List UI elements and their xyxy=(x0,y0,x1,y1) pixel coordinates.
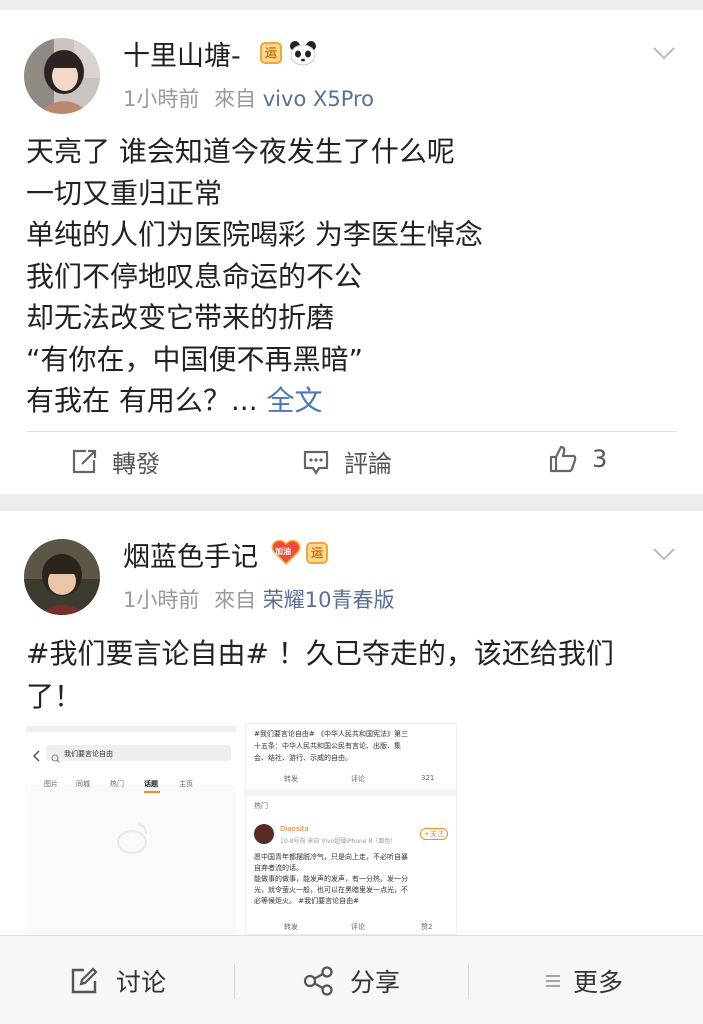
thumb-bottom-action: 转发 xyxy=(284,923,298,931)
avatar[interactable] xyxy=(24,539,100,615)
search-text: 我们要言论自由 xyxy=(64,750,113,758)
post-line-last: 有我在 有用么？... 全文 xyxy=(26,380,686,422)
share-icon xyxy=(303,965,333,996)
badge-icon[interactable]: 运 xyxy=(260,42,282,64)
post-line: “有你在，中国便不再黑暗” xyxy=(26,342,364,376)
loading-icon xyxy=(112,818,152,862)
comment-icon xyxy=(303,450,329,475)
thumb-bottom-action: 赞2 xyxy=(421,923,433,931)
tab-label: 图片 xyxy=(44,780,58,788)
post-line: 一切又重归正常 xyxy=(26,176,223,210)
discuss-label: 讨论 xyxy=(116,967,167,997)
thumb-body-line: 光，就令萤火一般，也可以在黑暗里发一点光，不 xyxy=(254,886,408,894)
thumb-body-line: 必等候炬火。 #我们要言论自由# xyxy=(254,897,359,905)
post-time: 1小時前 xyxy=(123,588,200,612)
username[interactable]: 烟蓝色手记 xyxy=(123,535,258,574)
post-line: 我们不停地叹息命运的不公 xyxy=(26,259,363,293)
thumb-follow: +关注 xyxy=(420,828,448,840)
search-icon xyxy=(51,748,60,767)
panda-icon[interactable] xyxy=(289,40,317,66)
heart-badge-icon[interactable]: 加油 xyxy=(271,538,301,566)
read-more-link[interactable]: 全文 xyxy=(267,384,323,417)
post-line: 有我在 有用么？... xyxy=(26,384,258,417)
bottom-toolbar: 讨论 分享 更多 xyxy=(0,935,703,1024)
thumb-body-line: 能做事的做事，能发声的发声，有一分热，发一分 xyxy=(254,875,408,883)
post-text: #我们要言论自由# ！久已夺走的，该还给我们 了！ xyxy=(26,632,686,718)
post-source[interactable]: vivo X5Pro xyxy=(263,87,374,111)
post-time: 1小時前 xyxy=(123,87,200,111)
more-label: 更多 xyxy=(573,967,624,997)
thumb-repost: 转发 xyxy=(284,775,298,783)
tab-label-active: 话题 xyxy=(144,780,158,788)
from-label: 來自 xyxy=(214,588,257,612)
chevron-down-icon[interactable] xyxy=(651,40,677,66)
tab-label: 主页 xyxy=(179,780,193,788)
like-count: 3 xyxy=(592,445,608,473)
separator xyxy=(234,964,235,999)
thumb-bottom-action: 评论 xyxy=(351,923,365,931)
repost-icon xyxy=(72,449,97,473)
tab-label: 热门 xyxy=(110,780,124,788)
thumb-body-line: 自弃者流的话。 xyxy=(254,864,303,872)
divider xyxy=(26,431,677,432)
post-line: #我们要言论自由# ！久已夺走的，该还给我们 xyxy=(26,637,614,670)
badge-icon[interactable]: 运 xyxy=(306,542,328,564)
comment-label: 評論 xyxy=(344,450,392,478)
thumb-text-line: 会、结社、游行、示威的自由。 xyxy=(254,754,352,762)
back-icon xyxy=(32,747,40,766)
comment-button[interactable]: 評論 xyxy=(302,444,392,479)
thumb-comment: 评论 xyxy=(351,775,365,783)
post-text: 天亮了 谁会知道今夜发生了什么呢 一切又重归正常 单纯的人们为医院喝彩 为李医生… xyxy=(26,131,686,422)
chevron-down-icon[interactable] xyxy=(651,541,677,567)
post-card: 十里山塘- 运 1小時前 來自 vivo X5Pro 天亮了 谁会知道今夜发生了… xyxy=(0,10,703,494)
repost-button[interactable]: 轉發 xyxy=(70,444,160,479)
image-thumbnail[interactable]: 我们要言论自由 图片 同城 热门 话题 主页 xyxy=(26,723,236,935)
post-line: 却无法改变它带来的折磨 xyxy=(26,301,335,334)
post-line: 天亮了 谁会知道今夜发生了什么呢 xyxy=(26,135,455,168)
thumb-hot-label: 热门 xyxy=(254,802,268,810)
post-source[interactable]: 荣耀10青春版 xyxy=(263,588,395,612)
separator xyxy=(468,964,469,999)
thumb-like: 321 xyxy=(421,774,435,782)
like-button[interactable]: 3 xyxy=(548,444,607,474)
menu-icon xyxy=(546,974,560,987)
more-button[interactable]: 更多 xyxy=(545,936,623,1024)
post-meta: 1小時前 來自 vivo X5Pro xyxy=(123,83,374,113)
thumb-user: Diaosita xyxy=(280,825,309,833)
thumb-body-line: 愿中国青年都摆脱冷气，只是向上走，不必听自暴 xyxy=(254,853,408,861)
thumb-meta: 10-8号前 来自 Vivo超薄iPhone 8（面色） xyxy=(280,838,397,845)
image-thumbnail[interactable]: #我们要言论自由# 《中华人民共和国宪法》第三 十五条：中华人民共和国公民有言论… xyxy=(245,723,457,935)
thumbs-up-icon xyxy=(549,445,577,473)
from-label: 來自 xyxy=(214,87,257,111)
heart-badge-label: 加油 xyxy=(275,547,291,556)
thumb-text-line: 十五条：中华人民共和国公民有言论、出版、集 xyxy=(254,742,401,750)
share-button[interactable]: 分享 xyxy=(302,936,400,1024)
repost-label: 轉發 xyxy=(112,450,160,478)
tab-label: 同城 xyxy=(76,780,90,788)
share-label: 分享 xyxy=(350,967,401,997)
discuss-button[interactable]: 讨论 xyxy=(70,936,166,1024)
post-meta: 1小時前 來自 荣耀10青春版 xyxy=(123,584,394,614)
post-line: 了！ xyxy=(26,680,83,713)
username[interactable]: 十里山塘- xyxy=(123,34,241,73)
avatar[interactable] xyxy=(24,38,100,114)
post-line: 单纯的人们为医院喝彩 为李医生悼念 xyxy=(26,218,483,251)
thumb-text-line: #我们要言论自由# 《中华人民共和国宪法》第三 xyxy=(254,730,408,738)
edit-icon xyxy=(71,966,98,993)
